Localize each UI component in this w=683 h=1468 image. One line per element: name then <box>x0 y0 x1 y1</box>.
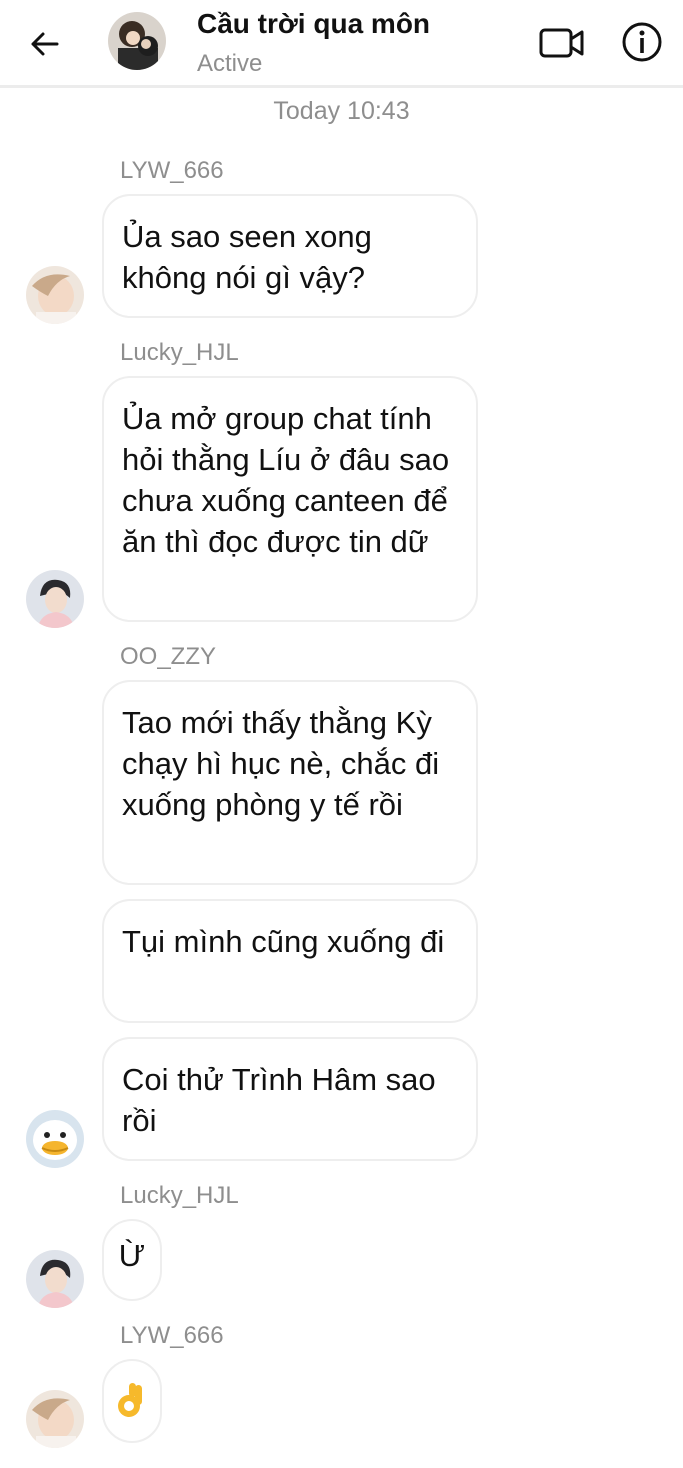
avatar-lucky[interactable] <box>26 570 84 628</box>
message-bubble[interactable]: Tụi mình cũng xuống đi <box>102 899 478 1023</box>
chat-title: Cầu trời qua môn <box>197 8 431 39</box>
arrow-left-icon[interactable] <box>26 26 62 62</box>
message-bubble[interactable]: Ủa sao seen xong không nói gì vậy? <box>102 194 478 318</box>
sender-name: Lucky_HJL <box>120 339 239 366</box>
avatar-lucky[interactable] <box>26 1250 84 1308</box>
message-bubble[interactable]: Ủa mở group chat tính hỏi thằng Líu ở đâ… <box>102 376 478 622</box>
video-call-icon[interactable] <box>538 22 586 62</box>
sender-name: LYW_666 <box>120 1322 224 1349</box>
message-timestamp: Today 10:43 <box>273 97 410 125</box>
group-avatar[interactable] <box>108 12 166 70</box>
emoji-message-bubble[interactable] <box>102 1359 162 1443</box>
message-bubble[interactable]: Tao mới thấy thằng Kỳ chạy hì hục nè, ch… <box>102 680 478 885</box>
avatar-oo-zzy[interactable] <box>26 1110 84 1168</box>
sender-name: OO_ZZY <box>120 643 217 670</box>
chat-header: Cầu trời qua môn Active <box>0 0 683 88</box>
message-bubble[interactable]: Coi thử Trình Hâm sao rồi <box>102 1037 478 1161</box>
info-icon[interactable] <box>620 20 664 64</box>
avatar-lyw[interactable] <box>26 266 84 324</box>
ok-hand-emoji <box>118 1383 142 1417</box>
message-bubble[interactable]: Ừ <box>102 1219 162 1301</box>
avatar-lyw[interactable] <box>26 1390 84 1448</box>
sender-name: LYW_666 <box>120 157 224 184</box>
active-status: Active <box>197 50 263 77</box>
sender-name: Lucky_HJL <box>120 1182 239 1209</box>
